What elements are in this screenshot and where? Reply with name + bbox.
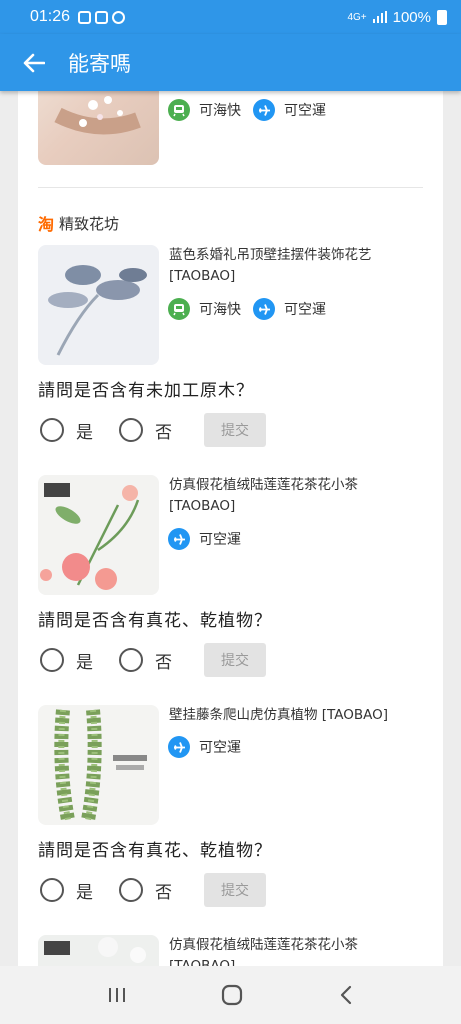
no-label[interactable]: 否: [155, 418, 172, 443]
product-name: 壁挂藤条爬山虎仿真植物 [TAOBAO]: [169, 707, 389, 723]
shipping-options: 可海快 可空運: [168, 298, 338, 320]
product-image[interactable]: [38, 91, 159, 165]
flower-image: [48, 265, 147, 356]
taobao-icon: 淘: [38, 215, 55, 234]
shipping-options: 可空運: [168, 528, 253, 550]
network-label: 4G+: [347, 11, 367, 23]
no-radio[interactable]: [119, 418, 143, 442]
product-name: 蓝色系婚礼吊顶壁挂摆件装饰花艺 [TAOBAO]: [169, 247, 372, 284]
status-right: 4G+ 100%: [347, 9, 447, 26]
back-nav-icon[interactable]: [338, 985, 354, 1005]
yes-radio[interactable]: [40, 418, 64, 442]
home-icon[interactable]: [221, 984, 243, 1006]
air-label: 可空運: [199, 740, 241, 756]
signal-icon: [372, 11, 387, 23]
answer-group: 是 否 提交: [40, 873, 266, 907]
no-label[interactable]: 否: [155, 878, 172, 903]
product-list[interactable]: 可海快 可空運 淘 精致花坊 蓝色系婚礼吊顶壁挂摆件装饰花艺 [TAOBAO] …: [18, 91, 443, 966]
flower-image: [54, 96, 141, 135]
yes-label[interactable]: 是: [76, 418, 93, 443]
back-button[interactable]: [0, 34, 68, 91]
divider: [38, 187, 423, 188]
store-header[interactable]: 淘 精致花坊: [38, 211, 119, 235]
yes-label[interactable]: 是: [76, 648, 93, 673]
submit-button[interactable]: 提交: [204, 873, 266, 907]
shipping-options: 可海快 可空運: [168, 99, 338, 121]
product-name: 仿真假花植绒陆莲莲花茶花小茶 [TAOBAO]: [169, 937, 358, 966]
sea-express-label: 可海快: [199, 103, 241, 119]
submit-button[interactable]: 提交: [204, 643, 266, 677]
answer-group: 是 否 提交: [40, 643, 266, 677]
no-label[interactable]: 否: [155, 648, 172, 673]
app-bar: 能寄嗎: [0, 34, 461, 91]
battery-icon: [437, 9, 447, 25]
air-label: 可空運: [284, 103, 326, 119]
status-time: 01:26: [30, 8, 71, 25]
page-title: 能寄嗎: [68, 51, 131, 76]
air-icon: [253, 99, 275, 121]
sea-express-label: 可海快: [199, 302, 241, 318]
vine-image: [54, 709, 147, 822]
product-image[interactable]: [38, 245, 159, 365]
flower-image: [40, 483, 140, 590]
question-text: 請問是否含有真花、乾植物？: [38, 841, 272, 861]
air-icon: [168, 736, 190, 758]
battery-label: 100%: [392, 8, 431, 26]
air-icon: [168, 528, 190, 550]
yes-radio[interactable]: [40, 878, 64, 902]
product-name: 仿真假花植绒陆莲莲花茶花小茶 [TAOBAO]: [169, 477, 358, 514]
yes-label[interactable]: 是: [76, 878, 93, 903]
yes-radio[interactable]: [40, 648, 64, 672]
store-name: 精致花坊: [59, 214, 120, 233]
product-image[interactable]: [38, 935, 159, 966]
product-image[interactable]: [38, 475, 159, 595]
question-text: 請問是否含有未加工原木？: [38, 381, 254, 401]
air-icon: [253, 298, 275, 320]
back-arrow-icon: [23, 53, 45, 72]
submit-button[interactable]: 提交: [204, 413, 266, 447]
no-radio[interactable]: [119, 878, 143, 902]
sea-express-icon: [168, 298, 190, 320]
system-nav-bar: [0, 966, 461, 1024]
notification-icons: [78, 10, 126, 24]
question-text: 請問是否含有真花、乾植物？: [38, 611, 272, 631]
air-label: 可空運: [199, 532, 241, 548]
product-image[interactable]: [38, 705, 159, 825]
status-bar: 01:26 4G+ 100%: [0, 0, 461, 34]
sea-express-icon: [168, 99, 190, 121]
shipping-options: 可空運: [168, 736, 253, 758]
answer-group: 是 否 提交: [40, 413, 266, 447]
recent-apps-icon[interactable]: [107, 986, 127, 1004]
air-label: 可空運: [284, 302, 326, 318]
flower-image: [44, 937, 146, 963]
no-radio[interactable]: [119, 648, 143, 672]
